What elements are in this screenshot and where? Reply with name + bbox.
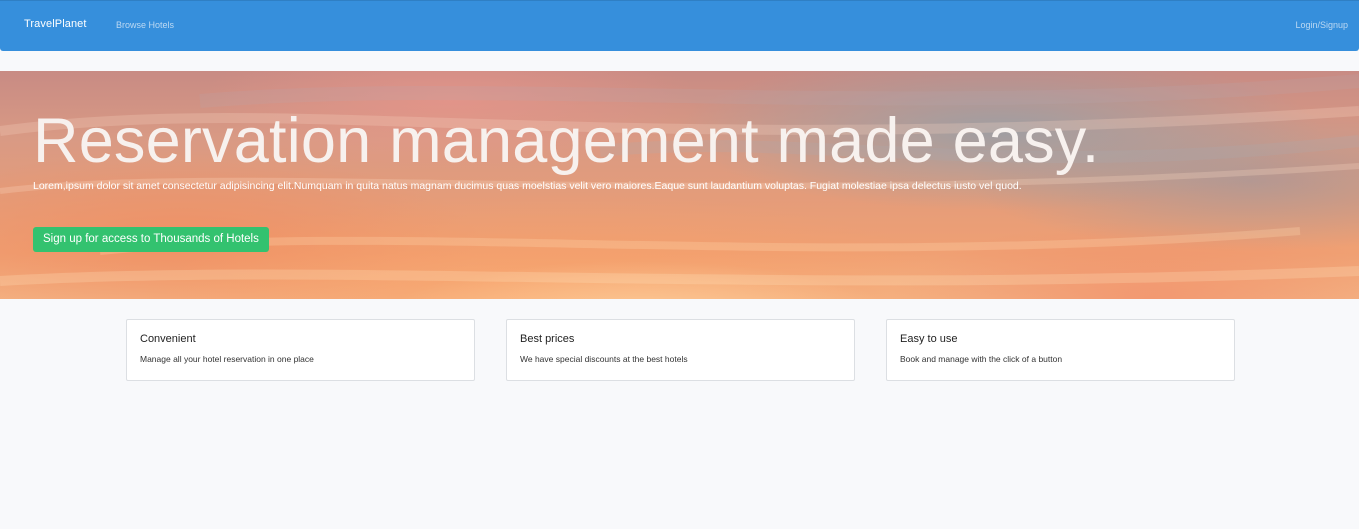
signup-cta-button[interactable]: Sign up for access to Thousands of Hotel… — [33, 227, 269, 252]
feature-card-title: Best prices — [520, 333, 575, 345]
feature-card-title: Convenient — [140, 333, 196, 345]
hero-description: Lorem,ipsum dolor sit amet consectetur a… — [33, 180, 1022, 192]
hero-banner: Reservation management made easy. Lorem,… — [0, 71, 1359, 299]
hero-title: Reservation management made easy. — [33, 106, 1100, 176]
nav-login-signup[interactable]: Login/Signup — [1295, 20, 1348, 30]
features-section: Convenient Manage all your hotel reserva… — [126, 319, 1236, 381]
navbar: TravelPlanet Browse Hotels Login/Signup — [0, 0, 1359, 51]
feature-card-text: We have special discounts at the best ho… — [520, 354, 688, 364]
feature-card-title: Easy to use — [900, 333, 958, 345]
feature-card-best-prices: Best prices We have special discounts at… — [506, 319, 855, 381]
feature-card-easy-to-use: Easy to use Book and manage with the cli… — [886, 319, 1235, 381]
feature-card-text: Manage all your hotel reservation in one… — [140, 354, 314, 364]
feature-card-text: Book and manage with the click of a butt… — [900, 354, 1063, 364]
brand-link[interactable]: TravelPlanet — [24, 18, 87, 30]
nav-browse-hotels[interactable]: Browse Hotels — [116, 20, 174, 30]
feature-card-convenient: Convenient Manage all your hotel reserva… — [126, 319, 475, 381]
